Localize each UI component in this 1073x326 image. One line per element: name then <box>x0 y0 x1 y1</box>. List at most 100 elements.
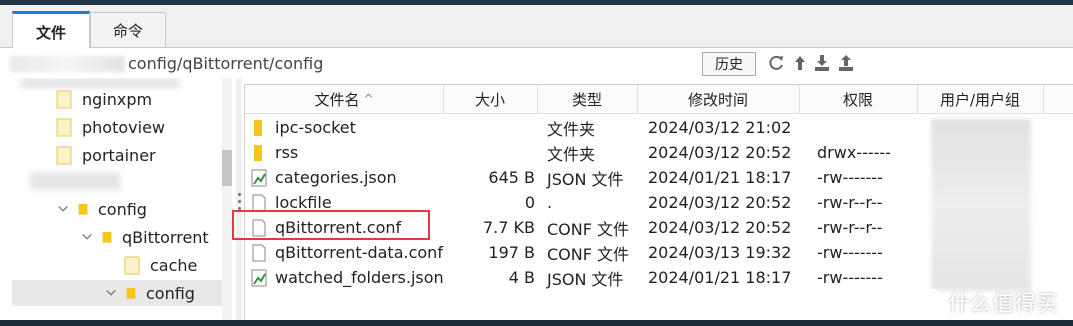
up-arrow-icon[interactable] <box>790 52 810 74</box>
watermark-logo-icon <box>908 289 940 315</box>
tab-files[interactable]: 文件 <box>12 11 90 50</box>
tree-item-label: qBittorrent <box>122 227 209 247</box>
file-type: CONF 文件 <box>547 244 630 264</box>
file-type: JSON 文件 <box>547 269 624 289</box>
file-permissions: -rw------- <box>817 268 883 287</box>
watermark: 什么值得买 <box>908 286 1058 318</box>
file-type: 文件夹 <box>547 144 596 164</box>
file-size: 645 B <box>488 168 535 187</box>
file-permissions: -rw------- <box>817 243 883 262</box>
window-bottom-bar <box>0 320 1073 326</box>
json-file-icon <box>251 169 267 186</box>
file-type: JSON 文件 <box>547 169 624 189</box>
tree-item-label: cache <box>150 255 198 275</box>
file-size <box>443 140 535 165</box>
tree-item-label: config <box>146 283 195 303</box>
file-type: . <box>547 193 553 212</box>
splitter-grip-dot <box>238 200 241 203</box>
folder-icon <box>254 119 262 136</box>
tree-item-qbittorrent[interactable]: qBittorrent <box>80 224 209 250</box>
upload-icon[interactable] <box>836 52 856 74</box>
json-file-icon <box>251 269 267 286</box>
file-permissions: drwx------ <box>817 143 891 162</box>
tree-item-config[interactable]: config <box>56 196 147 222</box>
tree-item-label: photoview <box>82 117 165 137</box>
column-header-type[interactable]: 类型 <box>537 85 638 113</box>
file-modified: 2024/03/12 21:02 <box>648 118 792 137</box>
column-header-owner[interactable]: 用户/用户组 <box>917 85 1044 113</box>
folder-icon <box>56 146 72 165</box>
column-header-name[interactable]: 文件名 ^ <box>245 85 444 113</box>
tree-item-portainer[interactable]: portainer <box>56 142 156 168</box>
file-icon <box>252 244 266 261</box>
tree-item-photoview[interactable]: photoview <box>56 114 165 140</box>
file-modified: 2024/01/21 18:17 <box>648 268 792 287</box>
file-type: CONF 文件 <box>547 219 630 239</box>
file-name: ipc-socket <box>275 118 356 137</box>
tree-item-label: portainer <box>82 145 156 165</box>
owner-column-redacted <box>931 119 1031 291</box>
file-list-header: 文件名 ^ 大小 类型 修改时间 权限 用户/用户组 <box>245 85 1073 114</box>
file-modified: 2024/03/12 20:52 <box>648 143 792 162</box>
highlight-box-qbittorrent-conf <box>232 210 430 240</box>
folder-icon <box>254 144 262 161</box>
column-header-permissions[interactable]: 权限 <box>799 85 918 113</box>
tree-scrollbar-thumb[interactable] <box>222 150 232 186</box>
folder-icon <box>78 204 88 215</box>
folder-icon <box>126 288 136 299</box>
folder-icon <box>56 118 72 137</box>
folder-icon <box>124 256 140 275</box>
watermark-text: 什么值得买 <box>948 292 1059 317</box>
tree-item-label: config <box>98 199 147 219</box>
file-size: 7.7 KB <box>483 218 535 237</box>
file-permissions: -rw-r--r-- <box>817 218 883 237</box>
tree-item-label: nginxpm <box>82 89 153 109</box>
column-header-label: 文件名 <box>314 90 360 109</box>
column-header-label: 用户/用户组 <box>939 90 1021 109</box>
tree-scrollbar[interactable] <box>222 78 232 326</box>
tree-item-config-selected[interactable]: config <box>12 280 222 306</box>
tab-files-label: 文件 <box>35 23 66 42</box>
file-permissions: -rw-r--r-- <box>817 193 883 212</box>
download-icon[interactable] <box>812 52 832 74</box>
file-size <box>443 115 535 140</box>
file-size: 0 <box>524 193 535 212</box>
path-input[interactable]: config/qBittorrent/config <box>128 54 323 73</box>
column-header-size[interactable]: 大小 <box>443 85 538 113</box>
column-header-label: 修改时间 <box>687 90 748 109</box>
folder-icon <box>102 232 112 243</box>
file-name: categories.json <box>275 168 397 187</box>
tab-commands[interactable]: 命令 <box>90 12 166 47</box>
file-name: qBittorrent-data.conf <box>275 243 443 262</box>
folder-icon <box>56 90 72 109</box>
folder-tree: nginxpm photoview portainer config qBitt… <box>0 78 236 326</box>
tab-bar: 文件 命令 <box>0 5 1073 50</box>
file-modified: 2024/03/12 20:52 <box>648 193 792 212</box>
column-header-label: 大小 <box>474 90 505 109</box>
column-header-modified[interactable]: 修改时间 <box>637 85 800 113</box>
column-header-label: 权限 <box>842 90 873 109</box>
sort-arrow-icon: ^ <box>363 92 374 106</box>
path-bar: config/qBittorrent/config 历史 <box>0 48 1073 78</box>
file-modified: 2024/01/21 18:17 <box>648 168 792 187</box>
file-type: 文件夹 <box>547 119 596 139</box>
file-icon <box>252 194 266 211</box>
file-name: rss <box>275 143 299 162</box>
refresh-icon[interactable] <box>766 52 786 74</box>
file-modified: 2024/03/12 20:52 <box>648 218 792 237</box>
tab-commands-label: 命令 <box>112 21 143 40</box>
file-permissions: -rw------- <box>817 168 883 187</box>
tree-redacted <box>30 172 120 190</box>
history-button[interactable]: 历史 <box>702 52 756 76</box>
file-size: 4 B <box>508 268 535 287</box>
tree-item-cache[interactable]: cache <box>124 252 197 278</box>
chevron-down-icon[interactable] <box>80 230 94 244</box>
chevron-down-icon[interactable] <box>56 202 70 216</box>
path-redacted-prefix <box>10 56 125 72</box>
chevron-down-icon[interactable] <box>104 286 118 300</box>
file-modified: 2024/03/13 19:32 <box>648 243 792 262</box>
file-name: watched_folders.json <box>275 268 444 287</box>
tree-item-nginxpm[interactable]: nginxpm <box>56 86 152 112</box>
file-size: 197 B <box>488 243 535 262</box>
column-header-label: 类型 <box>571 90 602 109</box>
